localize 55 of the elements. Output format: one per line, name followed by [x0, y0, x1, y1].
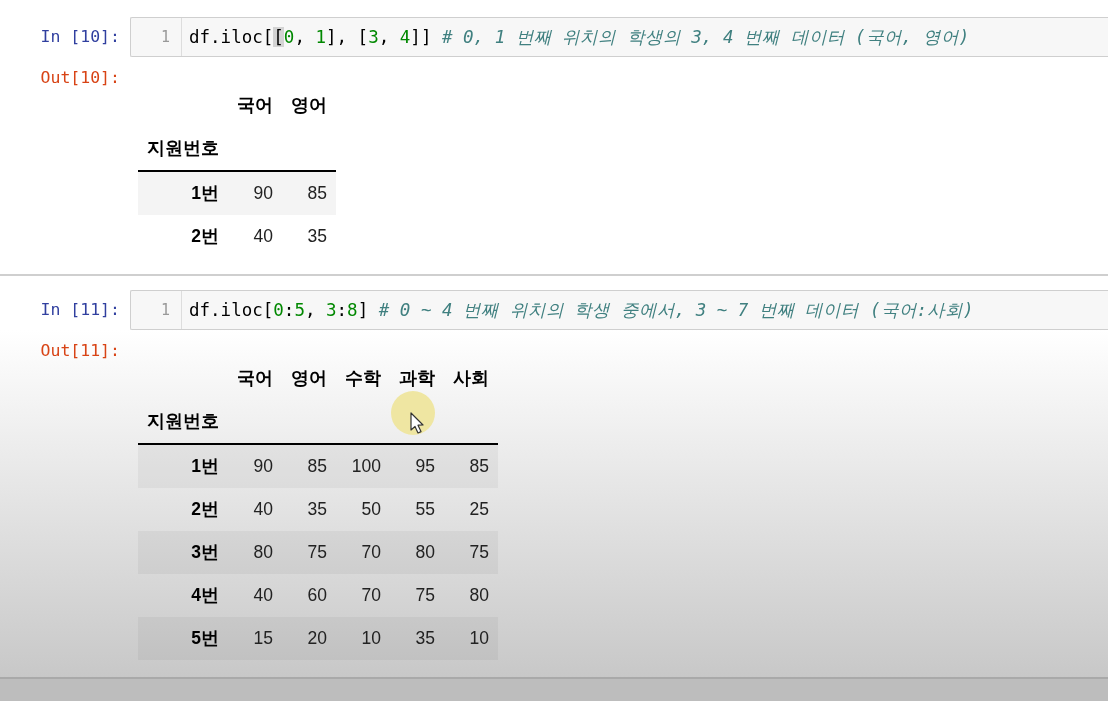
line-number: 1	[160, 301, 170, 319]
table-value: 10	[469, 628, 489, 648]
column-header: 국어	[237, 95, 273, 115]
row-label: 1번	[191, 183, 219, 203]
table-value: 100	[351, 456, 381, 476]
table-value: 70	[361, 585, 381, 605]
table-value: 15	[253, 628, 273, 648]
table-value: 75	[469, 542, 489, 562]
row-label: 2번	[191, 226, 219, 246]
code-editor[interactable]: 1 df.iloc[0:5, 3:8] # 0 ~ 4 번째 위치의 학생 중에서, 3 ~ 7 번째 데이터 (국어:사회)	[130, 290, 1108, 330]
table-value: 40	[253, 499, 273, 519]
index-header: 지원번호	[147, 138, 219, 158]
row-label: 1번	[191, 456, 219, 476]
table-value: 10	[361, 628, 381, 648]
table-value: 80	[469, 585, 489, 605]
table-value: 55	[415, 499, 435, 519]
column-header: 수학	[345, 368, 381, 388]
table-value: 85	[469, 456, 489, 476]
table-value: 75	[307, 542, 327, 562]
code-editor[interactable]: 1 df.iloc[[0, 1], [3, 4]] # 0, 1 번째 위치의 학생의 3, 4 번째 데이터 (국어, 영어)	[130, 17, 1108, 57]
column-header: 영어	[291, 368, 327, 388]
table-value: 90	[253, 456, 273, 476]
column-header: 국어	[237, 368, 273, 388]
column-header: 사회	[453, 368, 489, 388]
row-label: 2번	[191, 499, 219, 519]
table-value: 20	[307, 628, 327, 648]
table-value: 35	[307, 226, 327, 246]
code-line: df.iloc[0:5, 3:8] # 0 ~ 4 번째 위치의 학생 중에서, 3 ~ 7 번째 데이터 (국어:사회)	[189, 299, 974, 321]
input-prompt: In [10]:	[40, 26, 120, 48]
table-value: 40	[253, 585, 273, 605]
table-value: 90	[253, 183, 273, 203]
column-header: 영어	[291, 95, 327, 115]
table-value: 60	[307, 585, 327, 605]
table-value: 25	[469, 499, 489, 519]
table-value: 80	[253, 542, 273, 562]
table-value: 35	[415, 628, 435, 648]
table-value: 40	[253, 226, 273, 246]
table-value: 80	[415, 542, 435, 562]
code-line: df.iloc[[0, 1], [3, 4]] # 0, 1 번째 위치의 학생의 3, 4 번째 데이터 (국어, 영어)	[189, 26, 970, 48]
table-value: 85	[307, 456, 327, 476]
output-prompt: Out[10]:	[40, 67, 120, 89]
row-label: 3번	[191, 542, 219, 562]
index-header: 지원번호	[147, 411, 219, 431]
table-value: 85	[307, 183, 327, 203]
output-prompt: Out[11]:	[40, 340, 120, 362]
input-prompt: In [11]:	[40, 299, 120, 321]
row-label: 4번	[191, 585, 219, 605]
table-value: 95	[415, 456, 435, 476]
column-header: 과학	[399, 368, 435, 388]
table-value: 50	[361, 499, 381, 519]
line-number: 1	[160, 28, 170, 46]
row-label: 5번	[191, 628, 219, 648]
table-value: 75	[415, 585, 435, 605]
table-value: 70	[361, 542, 381, 562]
table-value: 35	[307, 499, 327, 519]
